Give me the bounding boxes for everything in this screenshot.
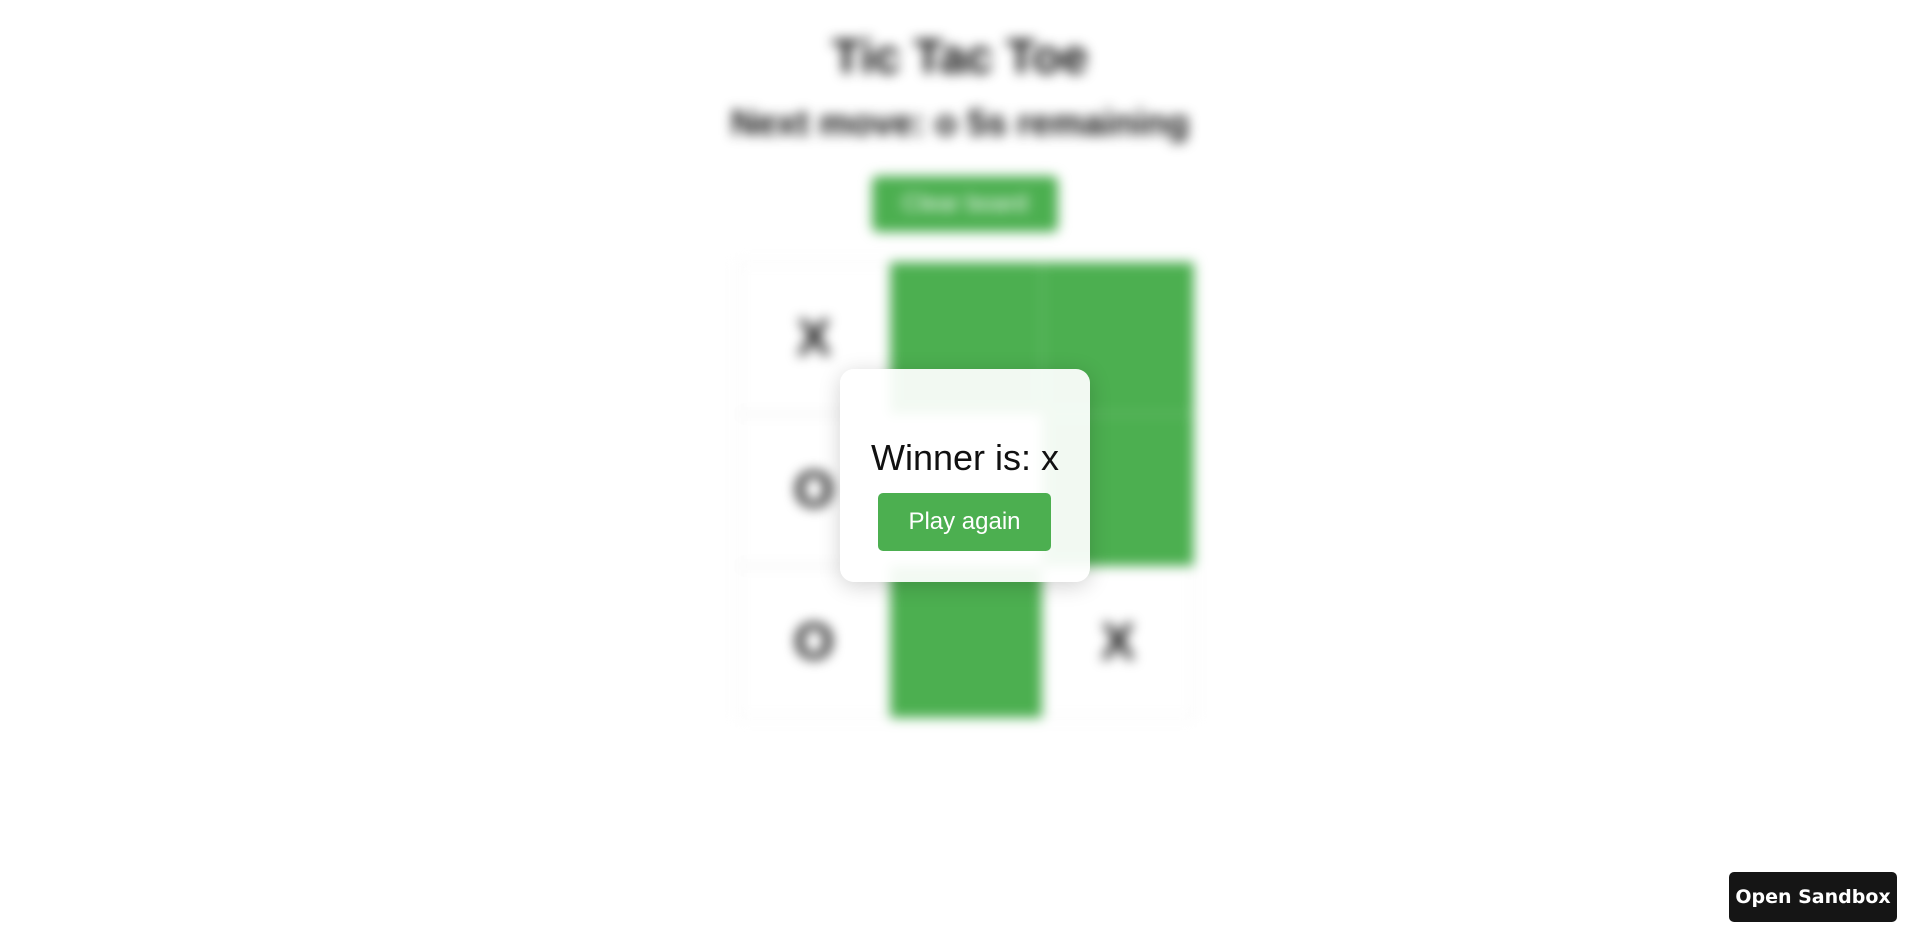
board-cell[interactable]: X xyxy=(1042,566,1194,718)
app-stage: Tic Tac Toe Next move: o 5s remaining Cl… xyxy=(0,0,1920,945)
open-sandbox-button[interactable]: Open Sandbox xyxy=(1729,872,1897,922)
board-cell[interactable] xyxy=(890,566,1042,718)
game-status: Next move: o 5s remaining xyxy=(730,102,1190,143)
winner-message: Winner is: x xyxy=(870,437,1060,478)
game-title: Tic Tac Toe xyxy=(831,31,1089,84)
play-again-button[interactable]: Play again xyxy=(878,493,1051,551)
winner-modal: Winner is: x Play again xyxy=(840,369,1090,582)
board-cell[interactable]: O xyxy=(738,566,890,718)
clear-board-button[interactable]: Clear board xyxy=(872,176,1058,232)
